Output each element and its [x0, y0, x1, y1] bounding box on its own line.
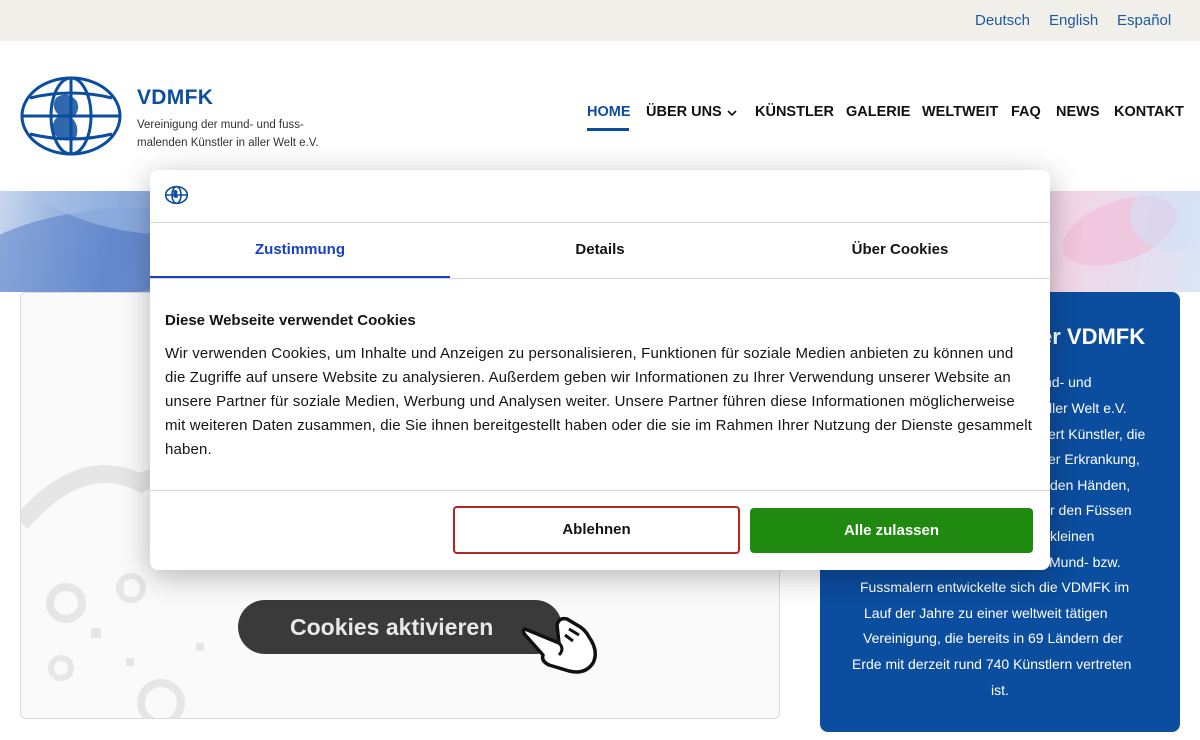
about-line: r den Füssen: [1050, 502, 1132, 518]
nav-kontakt[interactable]: KONTAKT: [1114, 104, 1184, 120]
tab-zustimmung[interactable]: Zustimmung: [150, 222, 450, 278]
decline-button[interactable]: Ablehnen: [453, 506, 740, 554]
lang-english-link[interactable]: English: [1049, 12, 1098, 29]
tab-details[interactable]: Details: [450, 222, 750, 278]
tagline-line-2: malenden Künstler in aller Welt e.V.: [137, 137, 319, 149]
site-header: VDMFK Vereinigung der mund- und fuss- ma…: [0, 41, 1200, 191]
about-line: Lauf der Jahre zu einer weltweit tätigen: [864, 605, 1108, 621]
nav-weltweit[interactable]: WELTWEIT: [922, 104, 998, 120]
nav-galerie[interactable]: GALERIE: [846, 104, 910, 120]
about-line: Fussmalern entwickelte sich die VDMFK im: [860, 579, 1130, 595]
dialog-heading: Diese Webseite verwendet Cookies: [165, 312, 416, 329]
enable-cookies-button[interactable]: Cookies aktivieren: [238, 600, 562, 654]
about-line: Vereinigung, die bereits in 69 Ländern d…: [863, 630, 1123, 646]
nav-ueber-uns[interactable]: ÜBER UNS: [646, 104, 722, 120]
language-bar: Deutsch English Español: [0, 0, 1200, 41]
dialog-body-text: Wir verwenden Cookies, um Inhalte und An…: [165, 345, 1033, 458]
lang-espanol-link[interactable]: Español: [1117, 12, 1171, 29]
about-line: ist.: [991, 682, 1009, 698]
about-line: er Erkrankung,: [1048, 451, 1140, 467]
globe-logo-icon[interactable]: [20, 76, 122, 156]
about-line: ert Künstler, die: [1048, 426, 1146, 442]
enable-cookies-label: Cookies aktivieren: [290, 614, 494, 640]
about-line: nd- und: [1044, 374, 1092, 390]
about-line: den Händen,: [1050, 477, 1131, 493]
about-line: Mund- bzw.: [1049, 554, 1121, 570]
tab-ueber-cookies[interactable]: Über Cookies: [750, 222, 1050, 278]
footer-divider: [150, 490, 1050, 491]
pointing-hand-icon: [521, 616, 597, 674]
cookie-consent-dialog: Zustimmung Details Über Cookies Diese We…: [150, 170, 1050, 570]
tabs-divider: [150, 278, 1050, 279]
brand-tagline: Vereinigung der mund- und fuss- malenden…: [137, 116, 337, 152]
globe-logo-icon: [165, 185, 188, 205]
brand-name[interactable]: VDMFK: [137, 86, 213, 110]
nav-active-underline: [587, 128, 629, 131]
chevron-down-icon[interactable]: [727, 109, 737, 117]
accept-all-button[interactable]: Alle zulassen: [750, 508, 1033, 553]
about-title: er VDMFK: [1040, 324, 1146, 349]
nav-kuenstler[interactable]: KÜNSTLER: [755, 104, 834, 120]
about-line: ller Welt e.V.: [1049, 400, 1127, 416]
nav-news[interactable]: NEWS: [1056, 104, 1100, 120]
active-tab-underline: [150, 276, 450, 278]
tagline-line-1: Vereinigung der mund- und fuss-: [137, 119, 304, 131]
about-line: kleinen: [1050, 528, 1095, 544]
nav-home[interactable]: HOME: [587, 104, 631, 120]
lang-deutsch-link[interactable]: Deutsch: [975, 12, 1030, 29]
nav-faq[interactable]: FAQ: [1011, 104, 1041, 120]
about-line: Erde mit derzeit rund 740 Künstlern vert…: [852, 656, 1132, 672]
